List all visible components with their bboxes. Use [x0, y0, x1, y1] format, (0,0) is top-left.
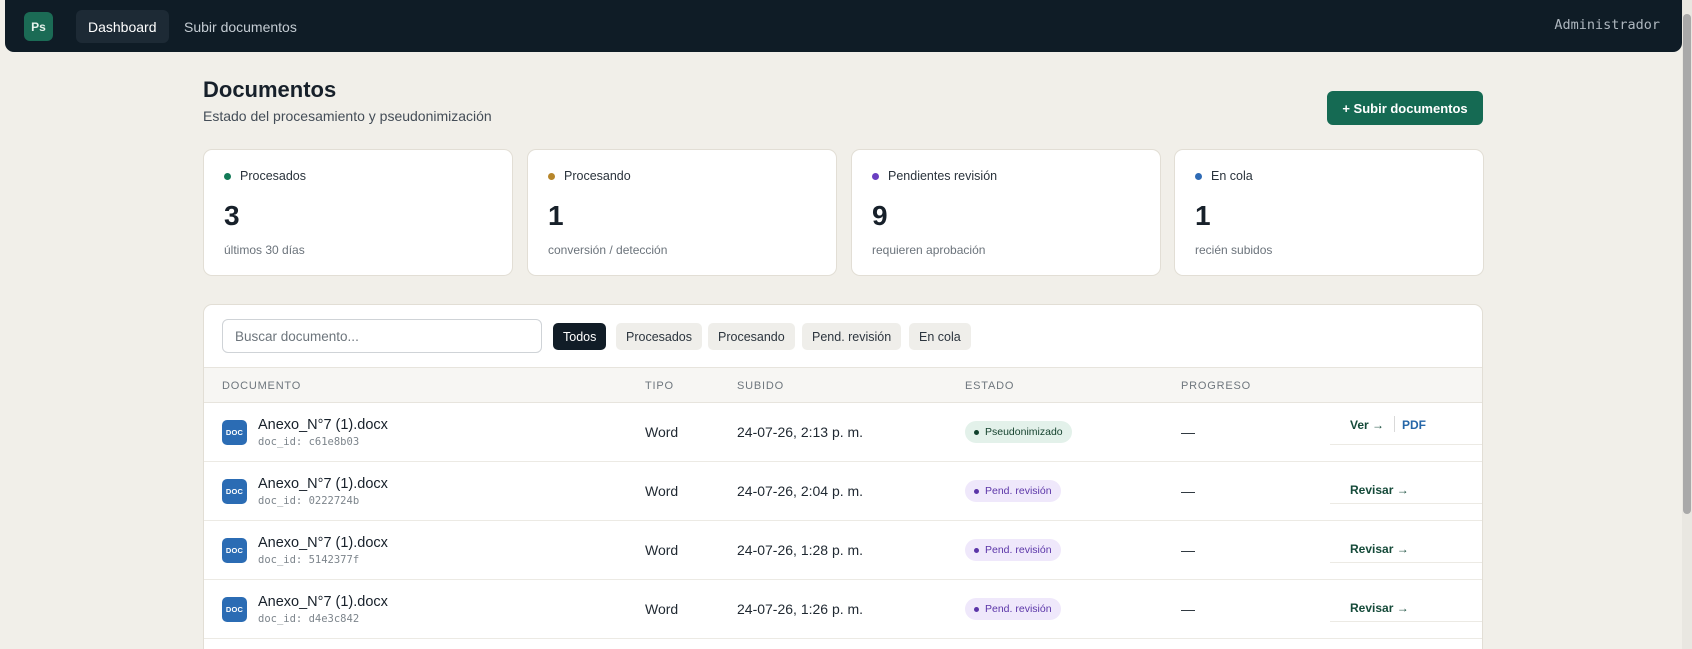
stat-value: 9 [872, 200, 888, 231]
word-document-icon: DOC [222, 420, 247, 445]
top-navbar: Ps Dashboard Subir documentos Administra… [5, 0, 1682, 52]
stat-value: 1 [548, 200, 564, 231]
document-id: doc_id: 5142377f [258, 554, 360, 566]
word-document-icon: DOC [222, 597, 247, 622]
page-scrollbar[interactable] [1682, 0, 1692, 649]
stat-value: 3 [224, 200, 240, 231]
stat-note: recién subidos [1195, 243, 1273, 257]
stat-card-procesados: Procesados 3 últimos 30 días [203, 149, 513, 276]
status-label: Pend. revisión [985, 544, 1052, 556]
view-link[interactable]: Ver → [1350, 418, 1384, 432]
action-divider [1394, 416, 1395, 432]
word-document-icon: DOC [222, 479, 247, 504]
user-menu[interactable]: Administrador [1554, 17, 1660, 33]
word-document-icon: DOC [222, 538, 247, 563]
document-id: doc_id: d4e3c842 [258, 613, 360, 625]
status-badge: Pseudonimizado [965, 421, 1072, 443]
column-header-tipo[interactable]: TIPO [645, 380, 674, 392]
review-link[interactable]: Revisar → [1350, 483, 1409, 497]
stat-note: requieren aprobación [872, 243, 986, 257]
review-link[interactable]: Revisar → [1350, 601, 1409, 615]
stat-card-procesando: Procesando 1 conversión / detección [527, 149, 837, 276]
stat-value: 1 [1195, 200, 1211, 231]
filter-procesados[interactable]: Procesados [616, 323, 703, 350]
status-label: Pseudonimizado [985, 426, 1063, 438]
stat-note: conversión / detección [548, 243, 668, 257]
document-id: doc_id: c61e8b03 [258, 436, 360, 448]
row-actions: Revisar → [1330, 580, 1482, 622]
review-link[interactable]: Revisar → [1350, 542, 1409, 556]
stat-label: Pendientes revisión [888, 169, 998, 183]
document-uploaded: 24-07-26, 1:28 p. m. [737, 542, 864, 558]
table-row[interactable]: DOC Anexo_N°7 (1).docx doc_id: 5142377f … [204, 521, 1482, 580]
status-dot-icon [974, 606, 979, 612]
document-name[interactable]: Anexo_N°7 (1).docx [258, 535, 388, 551]
document-type: Word [645, 483, 679, 499]
document-uploaded: 24-07-26, 1:26 p. m. [737, 601, 864, 617]
nav-dashboard[interactable]: Dashboard [76, 10, 169, 43]
stat-card-pendientes: Pendientes revisión 9 requieren aprobaci… [851, 149, 1161, 276]
document-type: Word [645, 542, 679, 558]
document-progress: — [1181, 424, 1195, 440]
scrollbar-thumb[interactable] [1683, 14, 1691, 514]
document-uploaded: 24-07-26, 2:13 p. m. [737, 424, 864, 440]
table-row[interactable]: DOC Anexo_N°7 (1).docx doc_id: d4e3c842 … [204, 580, 1482, 639]
status-dot-icon [224, 172, 231, 180]
status-badge: Pend. revisión [965, 539, 1061, 561]
document-progress: — [1181, 483, 1195, 499]
status-label: Pend. revisión [985, 603, 1052, 615]
status-dot-icon [548, 172, 555, 180]
page-subtitle: Estado del procesamiento y pseudonimizac… [203, 108, 492, 124]
search-input[interactable] [222, 319, 542, 353]
stat-label: Procesados [240, 169, 307, 183]
stat-note: últimos 30 días [224, 243, 305, 257]
document-id: doc_id: 0222724b [258, 495, 360, 507]
filter-pend-revision[interactable]: Pend. revisión [802, 323, 902, 350]
document-uploaded: 24-07-26, 2:04 p. m. [737, 483, 864, 499]
status-dot-icon [872, 172, 879, 180]
column-header-estado[interactable]: ESTADO [965, 380, 1014, 392]
status-dot-icon [974, 429, 979, 435]
document-progress: — [1181, 601, 1195, 617]
pdf-link[interactable]: PDF [1402, 418, 1426, 432]
document-name[interactable]: Anexo_N°7 (1).docx [258, 476, 388, 492]
status-dot-icon [1195, 172, 1202, 180]
stat-label: En cola [1211, 169, 1253, 183]
documents-panel: Todos Procesados Procesando Pend. revisi… [203, 304, 1483, 649]
status-badge: Pend. revisión [965, 598, 1061, 620]
column-header-progreso[interactable]: PROGRESO [1181, 380, 1251, 392]
status-dot-icon [974, 547, 979, 553]
filter-todos[interactable]: Todos [553, 323, 607, 350]
filter-procesando[interactable]: Procesando [708, 323, 795, 350]
table-row[interactable]: DOC Anexo_N°7 (1).docx doc_id: c61e8b03 … [204, 403, 1482, 462]
column-header-documento[interactable]: DOCUMENTO [222, 380, 301, 392]
stat-card-en-cola: En cola 1 recién subidos [1174, 149, 1484, 276]
table-header: DOCUMENTO TIPO SUBIDO ESTADO PROGRESO [204, 367, 1482, 403]
nav-subir-documentos[interactable]: Subir documentos [172, 10, 309, 43]
column-header-subido[interactable]: SUBIDO [737, 380, 784, 392]
row-actions: Revisar → [1330, 462, 1482, 504]
filter-en-cola[interactable]: En cola [909, 323, 971, 350]
row-actions: Revisar → [1330, 521, 1482, 563]
table-row[interactable]: DOC Anexo_N°7 (1).docx doc_id: 0222724b … [204, 462, 1482, 521]
document-name[interactable]: Anexo_N°7 (1).docx [258, 594, 388, 610]
document-name[interactable]: Anexo_N°7 (1).docx [258, 417, 388, 433]
document-type: Word [645, 424, 679, 440]
status-label: Pend. revisión [985, 485, 1052, 497]
stat-label: Procesando [564, 169, 631, 183]
status-badge: Pend. revisión [965, 480, 1061, 502]
status-dot-icon [974, 488, 979, 494]
document-progress: — [1181, 542, 1195, 558]
page-title: Documentos [203, 77, 337, 102]
document-type: Word [645, 601, 679, 617]
app-logo[interactable]: Ps [24, 12, 53, 41]
upload-documents-button[interactable]: + Subir documentos [1327, 91, 1483, 125]
